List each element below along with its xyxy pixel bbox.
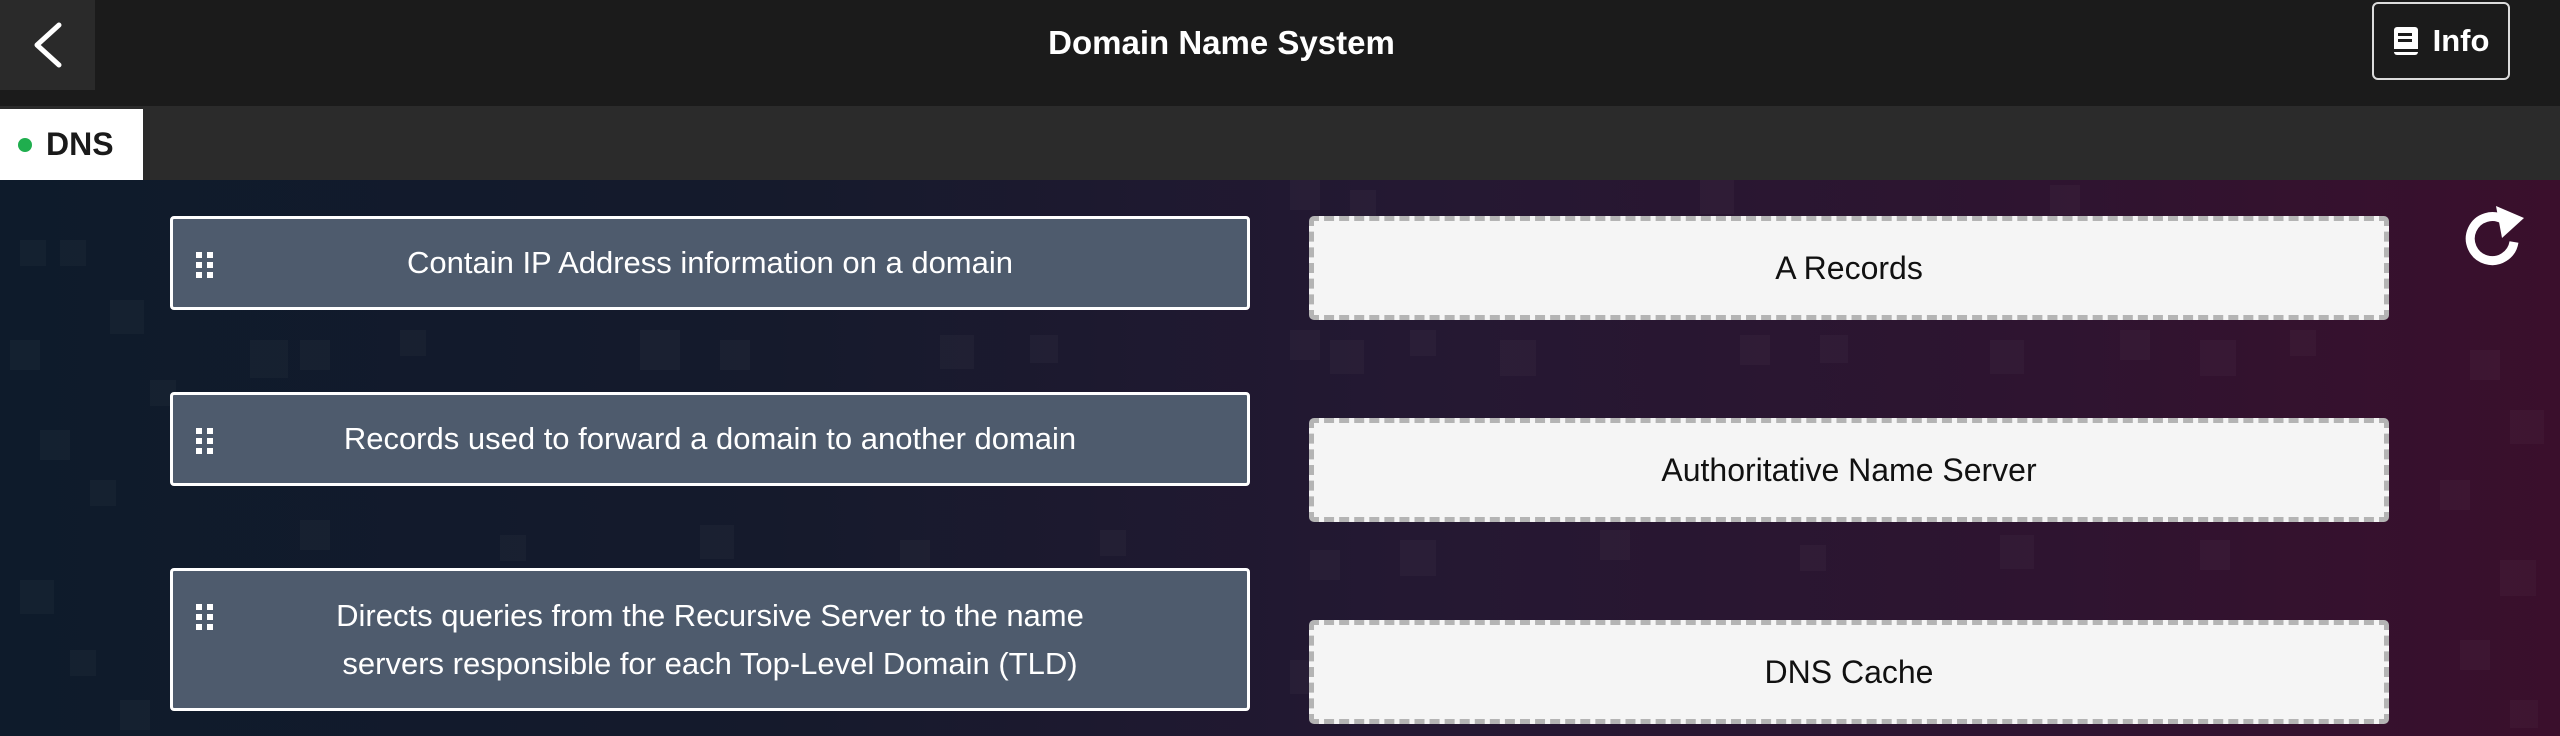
draggable-item[interactable]: Records used to forward a domain to anot… (170, 392, 1250, 486)
page-title: Domain Name System (1048, 24, 1395, 61)
info-button-label: Info (2432, 23, 2490, 58)
book-icon (2393, 27, 2418, 55)
drag-handle-icon[interactable] (195, 427, 215, 455)
status-dot (18, 137, 32, 152)
drag-handle-icon[interactable] (195, 603, 215, 631)
reset-icon[interactable] (2458, 202, 2530, 274)
top-bar: Domain Name System Info (0, 0, 2560, 106)
drop-target[interactable]: Authoritative Name Server (1309, 418, 2389, 522)
drop-target[interactable]: DNS Cache (1309, 620, 2389, 724)
drag-handle-icon[interactable] (195, 251, 215, 279)
draggable-item-text: Contain IP Address information on a doma… (406, 245, 1013, 280)
tab-bar: DNS (0, 106, 2560, 180)
drop-target-label: Authoritative Name Server (1661, 451, 2037, 488)
drop-target-label: A Records (1775, 249, 1923, 286)
tab-dns[interactable]: DNS (0, 109, 143, 180)
drop-target[interactable]: A Records (1309, 216, 2389, 320)
draggable-item[interactable]: Contain IP Address information on a doma… (170, 216, 1250, 310)
draggable-item-text: Directs queries from the Recursive Serve… (336, 597, 1084, 681)
activity-area: Contain IP Address information on a doma… (0, 180, 2560, 736)
tab-label: DNS (46, 126, 114, 162)
drop-target-label: DNS Cache (1764, 653, 1934, 690)
draggable-item-text: Records used to forward a domain to anot… (343, 421, 1077, 456)
draggable-item[interactable]: Directs queries from the Recursive Serve… (170, 568, 1250, 711)
info-button[interactable]: Info (2372, 2, 2510, 80)
